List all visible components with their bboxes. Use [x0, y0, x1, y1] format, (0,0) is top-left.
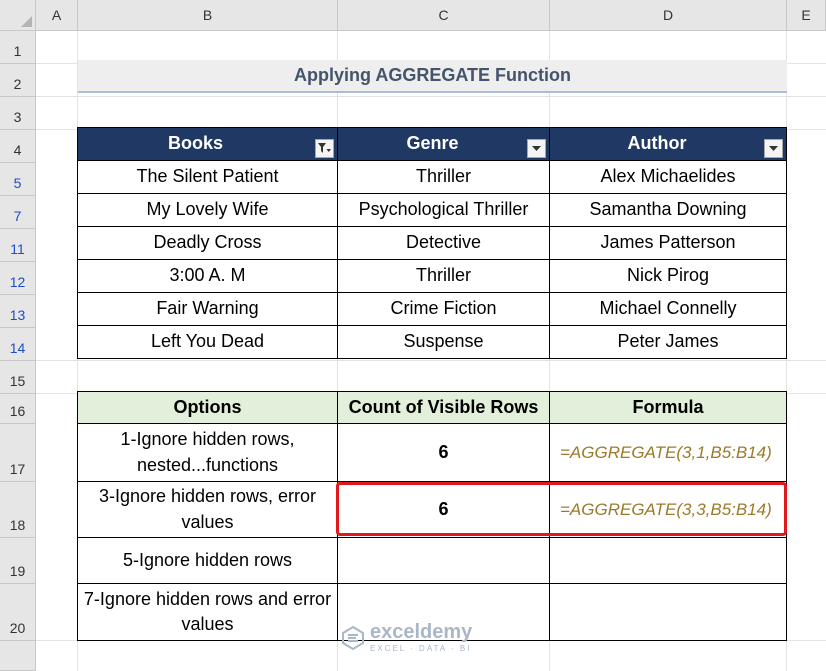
count-cell[interactable]: 6: [338, 424, 550, 482]
row-header-5[interactable]: 5: [0, 163, 36, 196]
dropdown-arrow-icon[interactable]: [527, 139, 546, 158]
header-options[interactable]: Options: [77, 391, 338, 424]
book-title-cell[interactable]: The Silent Patient: [77, 161, 338, 194]
book-title-cell[interactable]: Deadly Cross: [77, 227, 338, 260]
header-author[interactable]: Author: [550, 127, 787, 161]
genre-cell[interactable]: Thriller: [338, 161, 550, 194]
row-header-2[interactable]: 2: [0, 64, 36, 97]
count-cell[interactable]: [338, 538, 550, 584]
formula-cell[interactable]: [550, 584, 787, 641]
book-title-cell[interactable]: Fair Warning: [77, 293, 338, 326]
row-header-1[interactable]: 1: [0, 31, 36, 64]
header-genre-label: Genre: [406, 133, 459, 154]
option-cell[interactable]: 7-Ignore hidden rows and error values: [77, 584, 338, 641]
option-cell[interactable]: 3-Ignore hidden rows, error values: [77, 482, 338, 538]
row-header-16[interactable]: 16: [0, 394, 36, 424]
row-header-18[interactable]: 18: [0, 482, 36, 538]
book-title-cell[interactable]: Left You Dead: [77, 326, 338, 359]
exceldemy-watermark: exceldemy EXCEL · DATA · BI: [340, 622, 472, 653]
author-cell[interactable]: Michael Connelly: [550, 293, 787, 326]
select-all-triangle-icon: [21, 16, 32, 27]
highlight-box: [336, 482, 787, 536]
select-all-button[interactable]: [0, 0, 36, 31]
row-header-3[interactable]: 3: [0, 97, 36, 130]
sheet-title[interactable]: Applying AGGREGATE Function: [78, 60, 787, 93]
author-cell[interactable]: Samantha Downing: [550, 194, 787, 227]
row-header-17[interactable]: 17: [0, 424, 36, 482]
column-header-e[interactable]: E: [787, 0, 826, 31]
row-header-7[interactable]: 7: [0, 196, 36, 229]
watermark-tagline: EXCEL · DATA · BI: [370, 644, 472, 653]
column-header-a[interactable]: A: [36, 0, 78, 31]
row-header-20[interactable]: 20: [0, 584, 36, 641]
gridline: [36, 96, 826, 97]
option-cell[interactable]: 5-Ignore hidden rows: [77, 538, 338, 584]
header-books-label: Books: [167, 133, 223, 154]
row-header-15[interactable]: 15: [0, 361, 36, 394]
author-cell[interactable]: Alex Michaelides: [550, 161, 787, 194]
author-cell[interactable]: Peter James: [550, 326, 787, 359]
book-title-cell[interactable]: My Lovely Wife: [77, 194, 338, 227]
row-header-21-partial[interactable]: [0, 641, 36, 671]
column-header-b[interactable]: B: [78, 0, 338, 31]
exceldemy-logo-icon: [342, 625, 364, 650]
row-header-4[interactable]: 4: [0, 130, 36, 163]
column-header-c[interactable]: C: [338, 0, 550, 31]
header-genre[interactable]: Genre: [338, 127, 550, 161]
author-cell[interactable]: James Patterson: [550, 227, 787, 260]
genre-cell[interactable]: Thriller: [338, 260, 550, 293]
book-title-cell[interactable]: 3:00 A. M: [77, 260, 338, 293]
row-header-13[interactable]: 13: [0, 295, 36, 328]
genre-cell[interactable]: Suspense: [338, 326, 550, 359]
filter-active-icon[interactable]: [315, 139, 334, 158]
gridline: [36, 360, 826, 361]
column-header-d[interactable]: D: [550, 0, 787, 31]
row-header-14[interactable]: 14: [0, 328, 36, 361]
formula-cell[interactable]: =AGGREGATE(3,1,B5:B14): [550, 424, 787, 482]
header-books[interactable]: Books: [77, 127, 338, 161]
genre-cell[interactable]: Detective: [338, 227, 550, 260]
genre-cell[interactable]: Psychological Thriller: [338, 194, 550, 227]
row-header-19[interactable]: 19: [0, 538, 36, 584]
header-count-visible-rows[interactable]: Count of Visible Rows: [338, 391, 550, 424]
genre-cell[interactable]: Crime Fiction: [338, 293, 550, 326]
row-header-12[interactable]: 12: [0, 262, 36, 295]
option-cell[interactable]: 1-Ignore hidden rows, nested...functions: [77, 424, 338, 482]
header-formula[interactable]: Formula: [550, 391, 787, 424]
formula-cell[interactable]: [550, 538, 787, 584]
watermark-name: exceldemy: [370, 621, 473, 643]
dropdown-arrow-icon[interactable]: [764, 139, 783, 158]
header-author-label: Author: [627, 133, 687, 154]
row-header-11[interactable]: 11: [0, 229, 36, 262]
author-cell[interactable]: Nick Pirog: [550, 260, 787, 293]
